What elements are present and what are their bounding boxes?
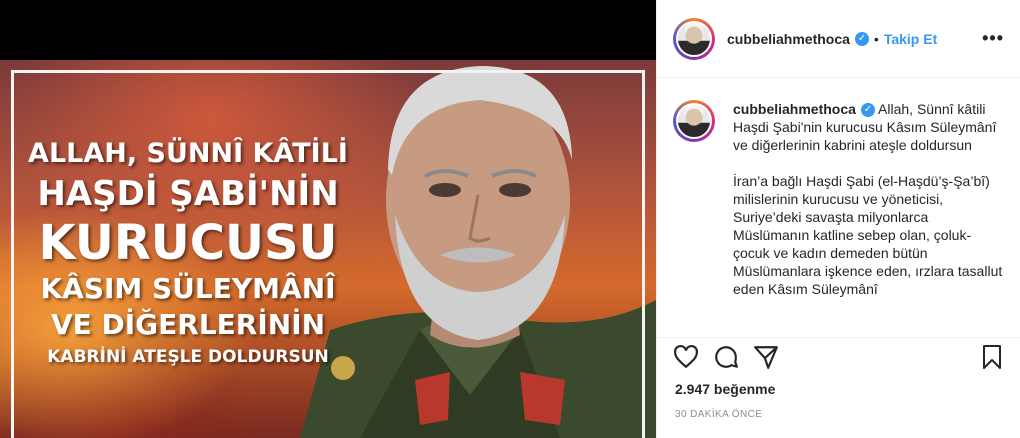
caption-story-ring[interactable]: [673, 100, 715, 142]
heart-icon: [674, 344, 698, 369]
verified-badge-icon: ✓: [854, 31, 869, 46]
post-timestamp[interactable]: 30 DAKİKA ÖNCE: [675, 409, 762, 420]
paper-plane-icon: [754, 346, 778, 369]
caption-area[interactable]: cubbeliahmethoca ✓ Allah, Sünnî kâtili Ha…: [657, 78, 1020, 338]
caption-paragraph-2: İran’a bağlı Haşdi Şabi (el-Haşdü’ş-Şa’b…: [733, 173, 1003, 297]
avatar[interactable]: [676, 20, 712, 57]
comment-button[interactable]: [713, 344, 739, 370]
headline-line-3: KURUCUSU: [38, 215, 338, 271]
headline-line-1: ALLAH, SÜNNÎ KÂTİLİ: [28, 138, 348, 169]
caption-avatar[interactable]: [676, 103, 712, 139]
headline-line-4: KÂSIM SÜLEYMÂNÎ: [40, 272, 336, 305]
like-button[interactable]: [673, 344, 699, 370]
save-button[interactable]: [980, 344, 1004, 370]
story-ring[interactable]: [673, 17, 715, 60]
likes-count[interactable]: 2.947 beğenme: [675, 381, 775, 397]
headline-line-2: HAŞDİ ŞABİ'NİN: [37, 174, 339, 214]
headline-line-5: VE DİĞERLERİNİN: [50, 308, 326, 341]
post-side-panel: cubbeliahmethoca ✓ • Takip Et ••• cubbel…: [656, 0, 1020, 438]
action-bar: [673, 342, 1004, 372]
more-options-ellipsis-icon[interactable]: •••: [982, 28, 1004, 49]
caption-paragraph-1: cubbeliahmethoca ✓ Allah, Sünnî kâtili Ha…: [733, 100, 1003, 154]
share-button[interactable]: [753, 344, 779, 370]
caption-text: cubbeliahmethoca ✓ Allah, Sünnî kâtili Ha…: [733, 100, 1003, 337]
post-media[interactable]: ALLAH, SÜNNÎ KÂTİLİ HAŞDİ ŞABİ'NİN KURUC…: [0, 0, 656, 438]
caption-username-link[interactable]: cubbeliahmethoca: [733, 101, 856, 117]
headline-line-6: KABRİNİ ATEŞLE DOLDURSUN: [47, 347, 329, 367]
post-header: cubbeliahmethoca ✓ • Takip Et •••: [657, 0, 1020, 78]
separator-dot: •: [873, 30, 879, 47]
comment-icon: [715, 346, 738, 368]
follow-button[interactable]: Takip Et: [884, 31, 937, 47]
bookmark-icon: [983, 345, 1001, 369]
image-headline: ALLAH, SÜNNÎ KÂTİLİ HAŞDİ ŞABİ'NİN KURUC…: [18, 140, 358, 366]
caption-verified-badge-icon: ✓: [860, 103, 875, 118]
username-link[interactable]: cubbeliahmethoca: [727, 31, 850, 47]
